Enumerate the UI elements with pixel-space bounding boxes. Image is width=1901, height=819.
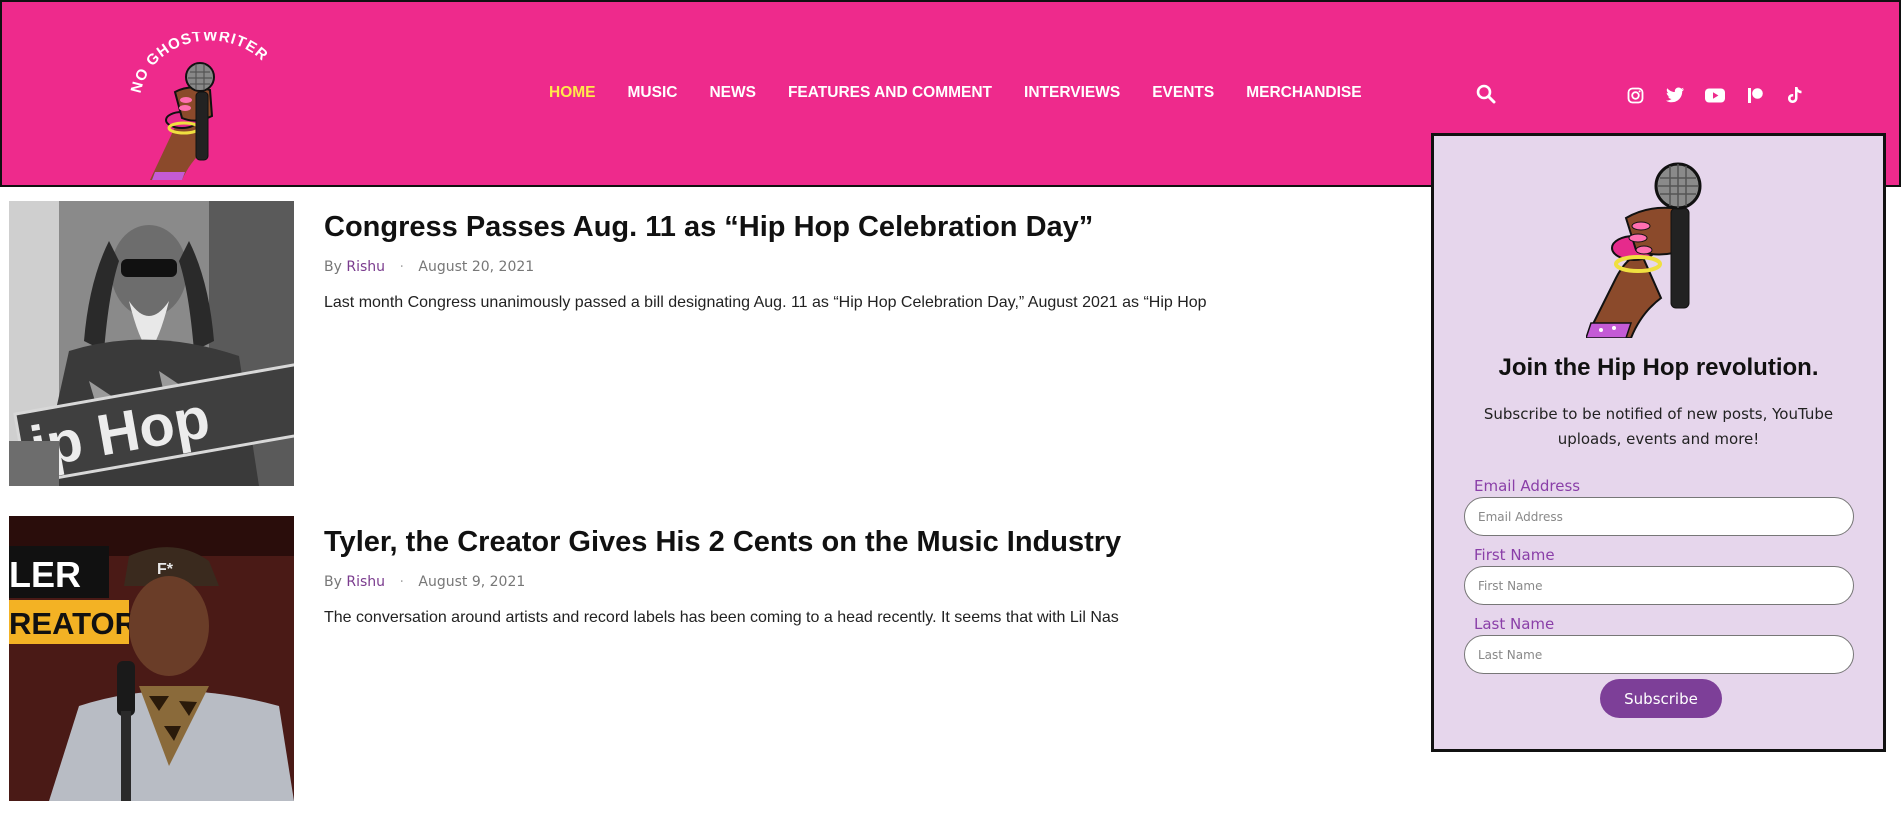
by-label: By: [324, 574, 342, 590]
last-name-label: Last Name: [1474, 615, 1555, 633]
popup-title: Join the Hip Hop revolution.: [1498, 354, 1819, 381]
social-links: [1624, 84, 1806, 106]
tiktok-icon[interactable]: [1784, 84, 1806, 106]
nav-features-and-comment[interactable]: FEATURES AND COMMENT: [788, 84, 992, 102]
subscribe-popup: Join the Hip Hop revolution. Subscribe t…: [1431, 133, 1886, 752]
nav-home[interactable]: HOME: [549, 84, 596, 102]
banner-text-1: LER: [9, 554, 81, 595]
article-excerpt: The conversation around artists and reco…: [324, 609, 1119, 626]
hand-mic-illustration: [1584, 148, 1736, 339]
youtube-icon[interactable]: [1704, 84, 1726, 106]
nav-news[interactable]: NEWS: [709, 84, 756, 102]
first-name-label: First Name: [1474, 546, 1555, 564]
article-meta: By Rishu · August 9, 2021: [324, 574, 525, 590]
nav-music[interactable]: MUSIC: [628, 84, 678, 102]
instagram-icon[interactable]: [1624, 84, 1646, 106]
nav-events[interactable]: EVENTS: [1152, 84, 1214, 102]
article-date: August 20, 2021: [418, 259, 535, 275]
article-title[interactable]: Tyler, the Creator Gives His 2 Cents on …: [324, 526, 1121, 559]
author-link[interactable]: Rishu: [346, 574, 385, 590]
svg-text:F*: F*: [157, 561, 174, 578]
article-meta: By Rishu · August 20, 2021: [324, 259, 534, 275]
first-name-field[interactable]: [1464, 566, 1854, 605]
article-thumbnail[interactable]: ip Hop: [9, 201, 294, 486]
main-nav: HOME MUSIC NEWS FEATURES AND COMMENT INT…: [549, 84, 1394, 102]
article-excerpt: Last month Congress unanimously passed a…: [324, 294, 1207, 311]
email-label: Email Address: [1474, 477, 1581, 495]
meta-separator: ·: [399, 259, 404, 275]
twitter-icon[interactable]: [1664, 84, 1686, 106]
article-thumbnail[interactable]: LER REATOR F*: [9, 516, 294, 801]
banner-text-2: REATOR: [9, 606, 137, 641]
search-icon[interactable]: [1476, 84, 1498, 106]
nav-interviews[interactable]: INTERVIEWS: [1024, 84, 1120, 102]
by-label: By: [324, 259, 342, 275]
email-field[interactable]: [1464, 497, 1854, 536]
author-link[interactable]: Rishu: [346, 259, 385, 275]
meta-separator: ·: [399, 574, 404, 590]
article-card: ip Hop Congress Passes Aug. 11 as “Hip H…: [9, 201, 1309, 487]
popup-subtitle: Subscribe to be notified of new posts, Y…: [1483, 405, 1834, 448]
article-date: August 9, 2021: [418, 574, 526, 590]
site-logo[interactable]: NO GHOSTWRITER: [128, 27, 285, 180]
nav-merchandise[interactable]: MERCHANDISE: [1246, 84, 1361, 102]
subscribe-button[interactable]: Subscribe: [1600, 679, 1722, 718]
article-title[interactable]: Congress Passes Aug. 11 as “Hip Hop Cele…: [324, 211, 1093, 244]
article-card: LER REATOR F* Tyler, the Creator Gives H…: [9, 516, 1309, 802]
patreon-icon[interactable]: [1744, 84, 1766, 106]
last-name-field[interactable]: [1464, 635, 1854, 674]
